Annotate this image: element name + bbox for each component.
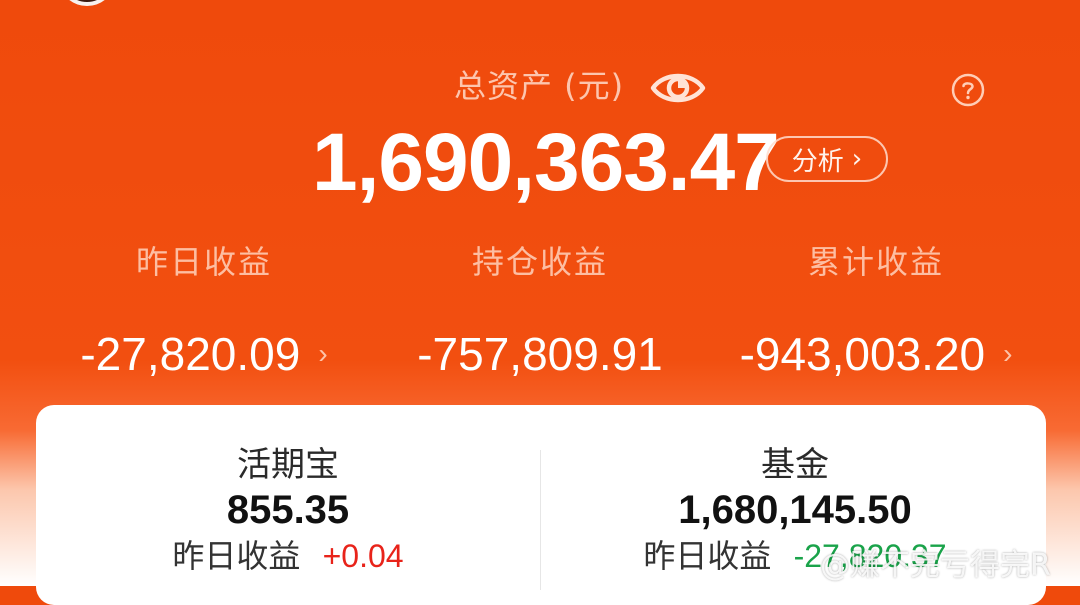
stat-cumulative-earnings[interactable]: 累计收益 -943,003.20 › (706, 240, 1046, 380)
chevron-right-icon: › (851, 144, 863, 174)
stat-label: 昨日收益 (135, 243, 272, 281)
stat-value: -27,820.09 (80, 328, 301, 380)
avatar[interactable] (58, 0, 116, 6)
total-assets-label: 总资产 (元) (454, 67, 625, 105)
stat-value: -943,003.20 (739, 328, 986, 380)
eye-icon[interactable] (650, 66, 706, 110)
stat-label: 持仓收益 (471, 243, 608, 281)
chevron-right-icon: › (318, 338, 328, 369)
asset-name: 活期宝 (237, 445, 339, 485)
watermark: @赚不完亏得完R (820, 548, 1051, 583)
asset-amount: 1,680,145.50 (678, 488, 912, 532)
stat-value: -757,809.91 (417, 328, 663, 380)
asset-amount: 855.35 (226, 488, 350, 532)
analyze-label: 分析 (791, 146, 844, 177)
yesterday-earnings-label: 昨日收益 (172, 537, 301, 575)
card-divider (540, 450, 541, 590)
yesterday-earnings-label: 昨日收益 (643, 537, 772, 575)
asset-name: 基金 (761, 445, 829, 485)
stat-holding-earnings: 持仓收益 -757,809.91 (370, 240, 710, 380)
analyze-button[interactable]: 分析 › (766, 136, 888, 182)
question-circle-icon[interactable] (951, 73, 985, 107)
chevron-right-icon: › (1003, 338, 1013, 369)
asset-item-current-deposit[interactable]: 活期宝 855.35 昨日收益 +0.04 (130, 444, 446, 578)
stat-yesterday-earnings[interactable]: 昨日收益 -27,820.09 › (34, 240, 374, 380)
yesterday-earnings-value: +0.04 (322, 538, 404, 574)
total-assets-value: 1,690,363.47 (312, 117, 780, 208)
stat-label: 累计收益 (807, 243, 944, 281)
